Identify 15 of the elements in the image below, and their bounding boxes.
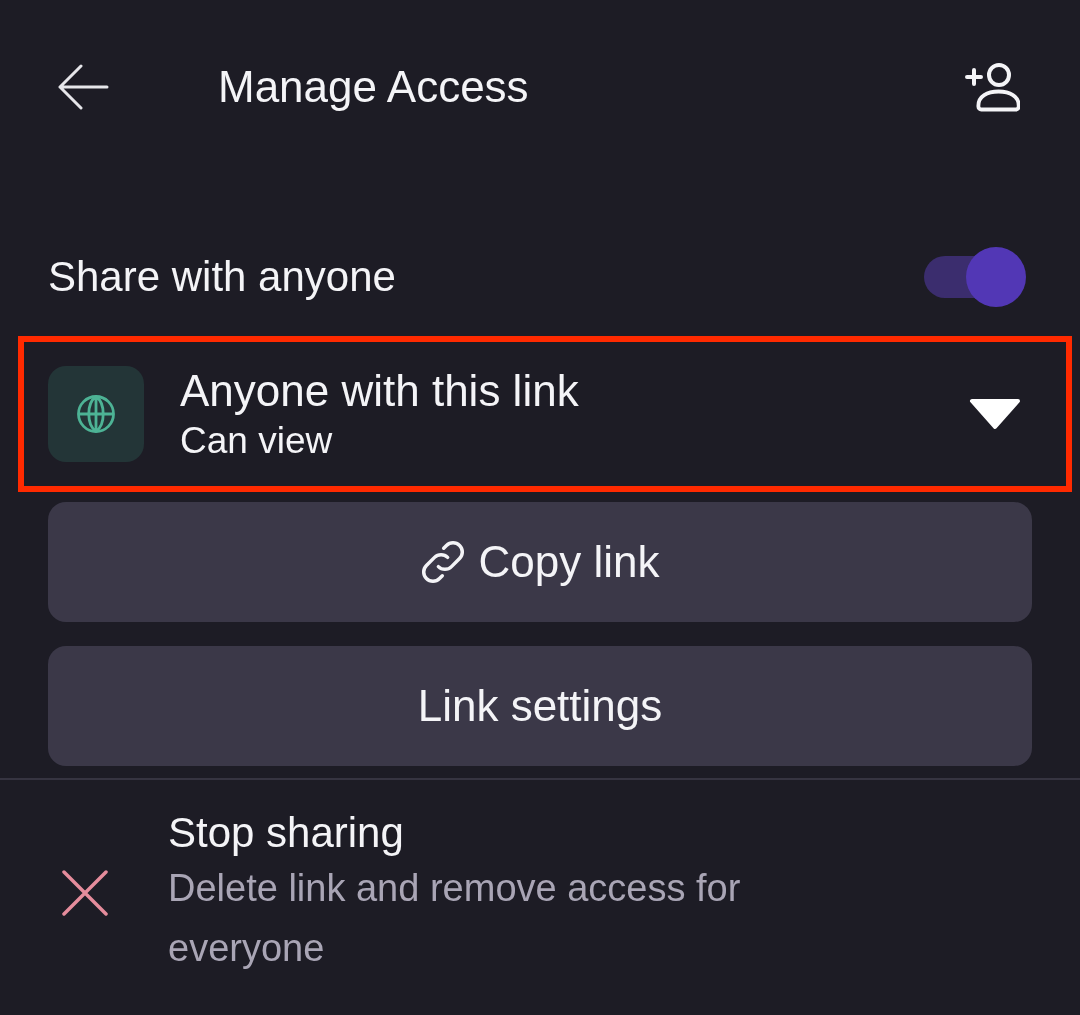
link-access-title[interactable]: Anyone with this link xyxy=(180,364,968,418)
copy-link-button[interactable]: Copy link xyxy=(48,502,1032,622)
stop-sharing-description: Delete link and remove access for everyone xyxy=(168,866,742,971)
page-title: Manage Access xyxy=(218,62,530,112)
stop-sharing-label[interactable]: Stop sharing xyxy=(168,808,404,858)
close-icon[interactable] xyxy=(62,870,108,916)
link-settings-button[interactable]: Link settings xyxy=(48,646,1032,766)
add-person-icon[interactable] xyxy=(964,62,1020,112)
toggle-switch[interactable] xyxy=(924,247,1026,307)
share-with-anyone-label: Share with anyone xyxy=(48,253,396,301)
globe-icon xyxy=(48,366,144,462)
dropdown-caret-icon[interactable] xyxy=(968,398,1022,430)
permission-label[interactable]: Can view xyxy=(180,418,968,464)
back-arrow-icon[interactable] xyxy=(57,64,109,110)
link-icon xyxy=(420,540,465,584)
